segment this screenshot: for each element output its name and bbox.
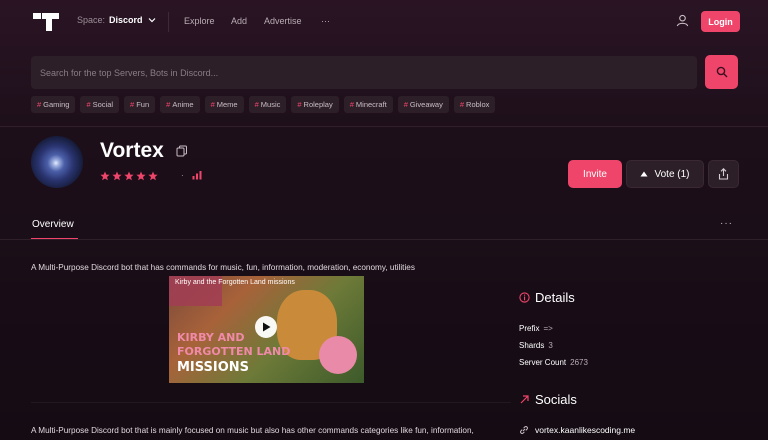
divider	[0, 126, 768, 127]
nav-advertise[interactable]: Advertise	[264, 16, 302, 26]
external-arrow-icon	[520, 395, 529, 404]
tab-overview[interactable]: Overview	[32, 219, 74, 230]
video-character	[319, 336, 357, 374]
tag-roleplay[interactable]: # Roleplay	[291, 96, 339, 113]
share-icon	[718, 168, 729, 180]
star-icon	[124, 171, 134, 181]
video-text-line: FORGOTTEN LAND	[177, 345, 291, 358]
more-options-button[interactable]: ···	[720, 218, 733, 229]
video-text-line: KIRBY AND	[177, 331, 245, 344]
caret-up-icon	[640, 171, 648, 177]
invite-button[interactable]: Invite	[568, 160, 622, 188]
detail-server-count: Server Count 2673	[519, 358, 588, 367]
socials-title: Socials	[535, 392, 577, 407]
bot-avatar	[31, 136, 83, 188]
star-icon	[148, 171, 158, 181]
search-button[interactable]	[705, 55, 738, 89]
copy-icon[interactable]	[176, 145, 188, 157]
share-button[interactable]	[708, 160, 739, 188]
user-icon[interactable]	[676, 14, 689, 27]
space-label: Space:	[77, 15, 106, 25]
bot-description-long: A Multi-Purpose Discord bot that is main…	[31, 426, 474, 435]
tag-fun[interactable]: # Fun	[124, 96, 156, 113]
tag-list: # Gaming # Social # Fun # Anime # Meme # Music…	[31, 96, 496, 113]
login-button[interactable]: Login	[701, 11, 740, 32]
social-website-link[interactable]: vortex.kaanlikescoding.me	[519, 425, 635, 435]
vote-button[interactable]: Vote (1)	[626, 160, 704, 188]
bot-description-short: A Multi-Purpose Discord bot that has com…	[31, 263, 415, 272]
space-value: Discord	[109, 15, 143, 25]
tag-music[interactable]: # Music	[248, 96, 287, 113]
vote-label: Vote (1)	[654, 168, 690, 180]
divider	[168, 12, 169, 32]
star-icon	[136, 171, 146, 181]
star-icon	[112, 171, 122, 181]
search-icon	[716, 66, 727, 78]
site-logo-icon[interactable]	[33, 13, 59, 31]
tag-minecraft[interactable]: # Minecraft	[343, 96, 393, 113]
link-icon	[520, 426, 528, 434]
tag-social[interactable]: # Social	[80, 96, 120, 113]
divider	[0, 239, 768, 240]
play-icon	[262, 322, 270, 332]
space-selector[interactable]: Space: Discord	[77, 15, 157, 25]
video-embed[interactable]: Kirby and the Forgotten Land missions KI…	[169, 276, 364, 383]
tag-roblox[interactable]: # Roblox	[453, 96, 496, 113]
details-heading: Details	[519, 290, 575, 305]
star-icon	[100, 171, 110, 181]
top-navbar: Space: Discord Explore Add Advertise ···…	[0, 0, 768, 44]
nav-more[interactable]: ···	[321, 16, 330, 26]
social-link-text: vortex.kaanlikescoding.me	[535, 425, 636, 435]
divider	[31, 402, 511, 403]
signal-bars-icon	[192, 171, 202, 180]
detail-shards: Shards 3	[519, 341, 553, 350]
nav-explore[interactable]: Explore	[184, 16, 215, 26]
chevron-down-icon	[148, 18, 155, 23]
play-button[interactable]	[255, 316, 277, 338]
tag-giveaway[interactable]: # Giveaway	[397, 96, 449, 113]
info-icon	[519, 292, 530, 303]
tag-anime[interactable]: # Anime	[160, 96, 200, 113]
rating-separator: ·	[181, 171, 184, 180]
socials-heading: Socials	[519, 392, 577, 407]
video-text-line: MISSIONS	[177, 360, 250, 375]
tag-meme[interactable]: # Meme	[204, 96, 244, 113]
bot-name: Vortex	[100, 139, 164, 162]
details-title: Details	[535, 290, 575, 305]
detail-prefix: Prefix =>	[519, 324, 553, 333]
video-title: Kirby and the Forgotten Land missions	[175, 279, 295, 286]
tag-gaming[interactable]: # Gaming	[31, 96, 76, 113]
search-input[interactable]: Search for the top Servers, Bots in Disc…	[31, 56, 697, 89]
rating-stars	[100, 171, 158, 181]
nav-add[interactable]: Add	[231, 16, 247, 26]
